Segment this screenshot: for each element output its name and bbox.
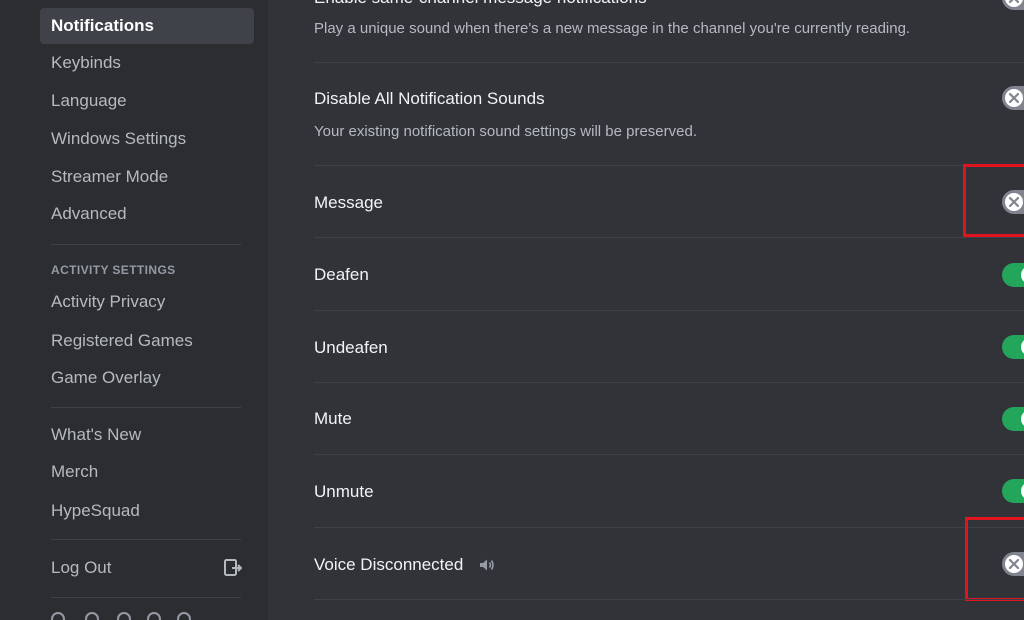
notification-settings-panel: Enable same-channel message notification… (268, 0, 1024, 620)
sound-label-unmute: Unmute (314, 482, 374, 501)
sidebar-item-whats-new[interactable]: What's New (40, 417, 254, 453)
row-divider (314, 599, 1024, 600)
sound-label-undeafen: Undeafen (314, 338, 388, 357)
close-icon (1008, 92, 1020, 104)
sidebar-divider (51, 407, 241, 408)
toggle-knob (1005, 89, 1023, 107)
row-divider (314, 527, 1024, 528)
same-channel-toggle[interactable] (1002, 0, 1024, 10)
instagram-icon[interactable] (85, 612, 99, 620)
sidebar-item-advanced[interactable]: Advanced (40, 196, 254, 232)
sidebar-item-notifications[interactable]: Notifications (40, 8, 254, 44)
sidebar-item-game-overlay[interactable]: Game Overlay (40, 360, 254, 396)
deafen-sound-toggle[interactable] (1002, 263, 1024, 287)
facebook-icon[interactable] (117, 612, 131, 620)
social-links (51, 612, 201, 620)
row-divider (314, 62, 1024, 63)
sidebar-item-hypesquad[interactable]: HypeSquad (40, 493, 254, 529)
unmute-sound-toggle[interactable] (1002, 479, 1024, 503)
youtube-icon[interactable] (147, 612, 161, 620)
sidebar-item-activity-privacy[interactable]: Activity Privacy (40, 284, 254, 320)
sidebar-divider (51, 539, 241, 540)
logout-button[interactable]: Log Out (40, 550, 254, 586)
close-icon (1008, 0, 1020, 4)
highlight-box (965, 517, 1024, 601)
sidebar-item-streamer-mode[interactable]: Streamer Mode (40, 159, 254, 195)
row-divider (314, 382, 1024, 383)
disable-all-sounds-description: Your existing notification sound setting… (314, 123, 697, 140)
sound-label-deafen: Deafen (314, 265, 369, 284)
settings-sidebar: Notifications Keybinds Language Windows … (0, 0, 268, 620)
activity-settings-header: ACTIVITY SETTINGS (51, 263, 176, 277)
sidebar-item-registered-games[interactable]: Registered Games (40, 323, 254, 359)
sidebar-item-windows-settings[interactable]: Windows Settings (40, 121, 254, 157)
sound-label-voice-disconnected: Voice Disconnected (314, 555, 464, 574)
logout-label: Log Out (51, 558, 112, 577)
sidebar-item-keybinds[interactable]: Keybinds (40, 45, 254, 81)
row-divider (314, 165, 1024, 166)
disable-all-sounds-toggle[interactable] (1002, 86, 1024, 110)
row-divider (314, 454, 1024, 455)
same-channel-title: Enable same-channel message notification… (314, 0, 647, 8)
toggle-knob (1005, 0, 1023, 7)
sidebar-item-merch[interactable]: Merch (40, 454, 254, 490)
undeafen-sound-toggle[interactable] (1002, 335, 1024, 359)
sound-label-message: Message (314, 193, 383, 212)
x-icon[interactable] (51, 612, 65, 620)
row-divider (314, 237, 1024, 238)
sound-label-mute: Mute (314, 409, 352, 428)
disable-all-sounds-title: Disable All Notification Sounds (314, 89, 545, 108)
row-divider (314, 310, 1024, 311)
logout-icon (224, 559, 242, 576)
mute-sound-toggle[interactable] (1002, 407, 1024, 431)
same-channel-description: Play a unique sound when there's a new m… (314, 20, 911, 37)
tiktok-icon[interactable] (177, 612, 191, 620)
sidebar-item-language[interactable]: Language (40, 83, 254, 119)
highlight-box (963, 164, 1024, 237)
speaker-icon[interactable] (479, 558, 495, 572)
sidebar-divider (51, 597, 241, 598)
sidebar-divider (51, 244, 241, 245)
